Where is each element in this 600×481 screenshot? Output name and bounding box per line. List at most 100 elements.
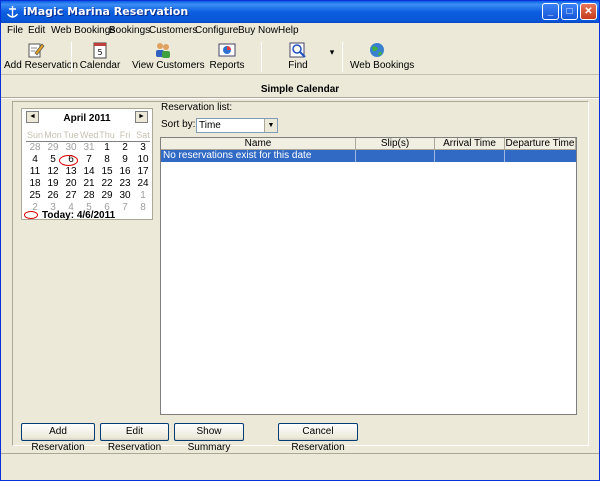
dropdown-arrow-icon[interactable]: ▼ [264,119,277,132]
calendar-day[interactable]: 7 [116,202,134,213]
calendar-day[interactable]: 18 [26,178,44,189]
column-header-name[interactable]: Name [161,138,356,150]
calendar-day[interactable]: 14 [80,166,98,177]
calendar-tool-label: Calendar [79,60,121,71]
maximize-button[interactable]: □ [561,3,578,20]
calendar-month-title: April 2011 [63,113,111,124]
calendar-day[interactable]: 7 [80,154,98,165]
anchor-icon [6,6,19,18]
calendar-day[interactable]: 16 [116,166,134,177]
globe-icon [370,43,384,57]
find-tool-button[interactable]: Find [279,39,317,73]
calendar-day[interactable]: 15 [98,166,116,177]
calendar-day[interactable]: 21 [80,178,98,189]
toolbar-separator [261,42,262,72]
calendar-day[interactable]: 13 [62,166,80,177]
selected-day-circle [59,155,78,166]
toolbar-separator [342,42,343,72]
find-dropdown-arrow[interactable]: ▾ [327,39,337,73]
close-button[interactable]: ✕ [580,3,597,20]
menu-help[interactable]: Help [278,25,299,36]
calendar-day[interactable]: 27 [62,190,80,201]
table-cell [435,150,505,162]
calendar-day[interactable]: 26 [44,190,62,201]
table-cell [356,150,435,162]
calendar-day[interactable]: 20 [62,178,80,189]
page-title: Simple Calendar [260,84,340,95]
menu-buy-now[interactable]: Buy Now [238,25,278,36]
calendar-day[interactable]: 28 [80,190,98,201]
title-bar[interactable]: iMagic Marina Reservation _ □ ✕ [1,1,599,23]
column-header-arrival[interactable]: Arrival Time [435,138,505,150]
reservation-grid[interactable]: Name Slip(s) Arrival Time Departure Time… [160,137,577,415]
weekday-header: Sun [26,130,43,140]
calendar-day[interactable]: 1 [134,190,152,201]
calendar-day[interactable]: 17 [134,166,152,177]
customers-icon [156,43,170,58]
calendar-day[interactable]: 12 [44,166,62,177]
minimize-button[interactable]: _ [542,3,559,20]
app-window: iMagic Marina Reservation _ □ ✕ File Edi… [0,0,600,481]
menu-configure[interactable]: Configure [195,25,238,36]
calendar-day[interactable]: 29 [44,142,62,153]
pencil-note-icon [28,43,45,58]
calendar-day[interactable]: 8 [134,202,152,213]
calendar-day[interactable]: 30 [62,142,80,153]
calendar-day[interactable]: 28 [26,142,44,153]
menu-web-bookings[interactable]: Web Bookings [51,25,115,36]
add-reservation-button[interactable]: Add Reservation [21,423,95,453]
window-title: iMagic Marina Reservation [23,5,189,18]
calendar-icon: 5 [93,42,107,59]
calendar-day[interactable]: 9 [116,154,134,165]
today-label: Today: 4/6/2011 [42,210,116,221]
calendar-day[interactable]: 19 [44,178,62,189]
add-reservation-tool-button[interactable]: Add Reservation [4,39,78,73]
calendar-day[interactable]: 30 [116,190,134,201]
calendar-day[interactable]: 2 [116,142,134,153]
calendar-day[interactable]: 3 [134,142,152,153]
cancel-reservation-button[interactable]: Cancel Reservation [278,423,358,453]
weekday-header: Wed [80,130,99,140]
reports-tool-label: Reports [209,60,245,71]
weekday-header: Fri [119,130,131,140]
calendar-prev-button[interactable]: ◄ [26,111,39,123]
table-row[interactable]: No reservations exist for this date [161,150,576,162]
menu-bookings[interactable]: Bookings [109,25,150,36]
reports-icon [218,43,236,57]
menu-edit[interactable]: Edit [28,25,45,36]
add-reservation-tool-label: Add Reservation [4,60,78,71]
menu-customers[interactable]: Customers [149,25,197,36]
view-customers-tool-label: View Customers [132,60,205,71]
reservation-list-label: Reservation list: [161,102,233,113]
column-header-departure[interactable]: Departure Time [505,138,576,150]
header-divider [1,97,599,99]
view-customers-tool-button[interactable]: View Customers [132,39,205,73]
weekday-header: Tue [63,130,79,140]
menu-file[interactable]: File [7,25,23,36]
edit-reservation-button[interactable]: Edit Reservation [100,423,169,453]
calendar-day[interactable]: 10 [134,154,152,165]
calendar-day[interactable]: 1 [98,142,116,153]
calendar-day[interactable]: 11 [26,166,44,177]
weekday-header: Mon [44,130,62,140]
web-bookings-tool-button[interactable]: Web Bookings [350,39,414,73]
table-cell [505,150,576,162]
calendar-day[interactable]: 23 [116,178,134,189]
calendar-day[interactable]: 4 [26,154,44,165]
calendar-day[interactable]: 8 [98,154,116,165]
calendar-day[interactable]: 25 [26,190,44,201]
calendar-day[interactable]: 29 [98,190,116,201]
show-summary-button[interactable]: Show Summary [174,423,244,453]
calendar-day[interactable]: 31 [80,142,98,153]
reports-tool-button[interactable]: Reports [205,39,249,73]
column-header-slips[interactable]: Slip(s) [356,138,435,150]
empty-message-cell: No reservations exist for this date [161,150,356,162]
today-link[interactable]: Today: 4/6/2011 [24,210,115,221]
month-calendar[interactable]: April 2011 ◄ ► Sun Mon Tue Wed Thu Fri Sat 28 2… [21,108,153,221]
calendar-day[interactable]: 24 [134,178,152,189]
sort-by-select[interactable]: Time ▼ [196,118,278,133]
calendar-day[interactable]: 22 [98,178,116,189]
calendar-next-button[interactable]: ► [135,111,148,123]
calendar-tool-button[interactable]: 5 Calendar [79,39,121,73]
status-bar [1,453,599,454]
